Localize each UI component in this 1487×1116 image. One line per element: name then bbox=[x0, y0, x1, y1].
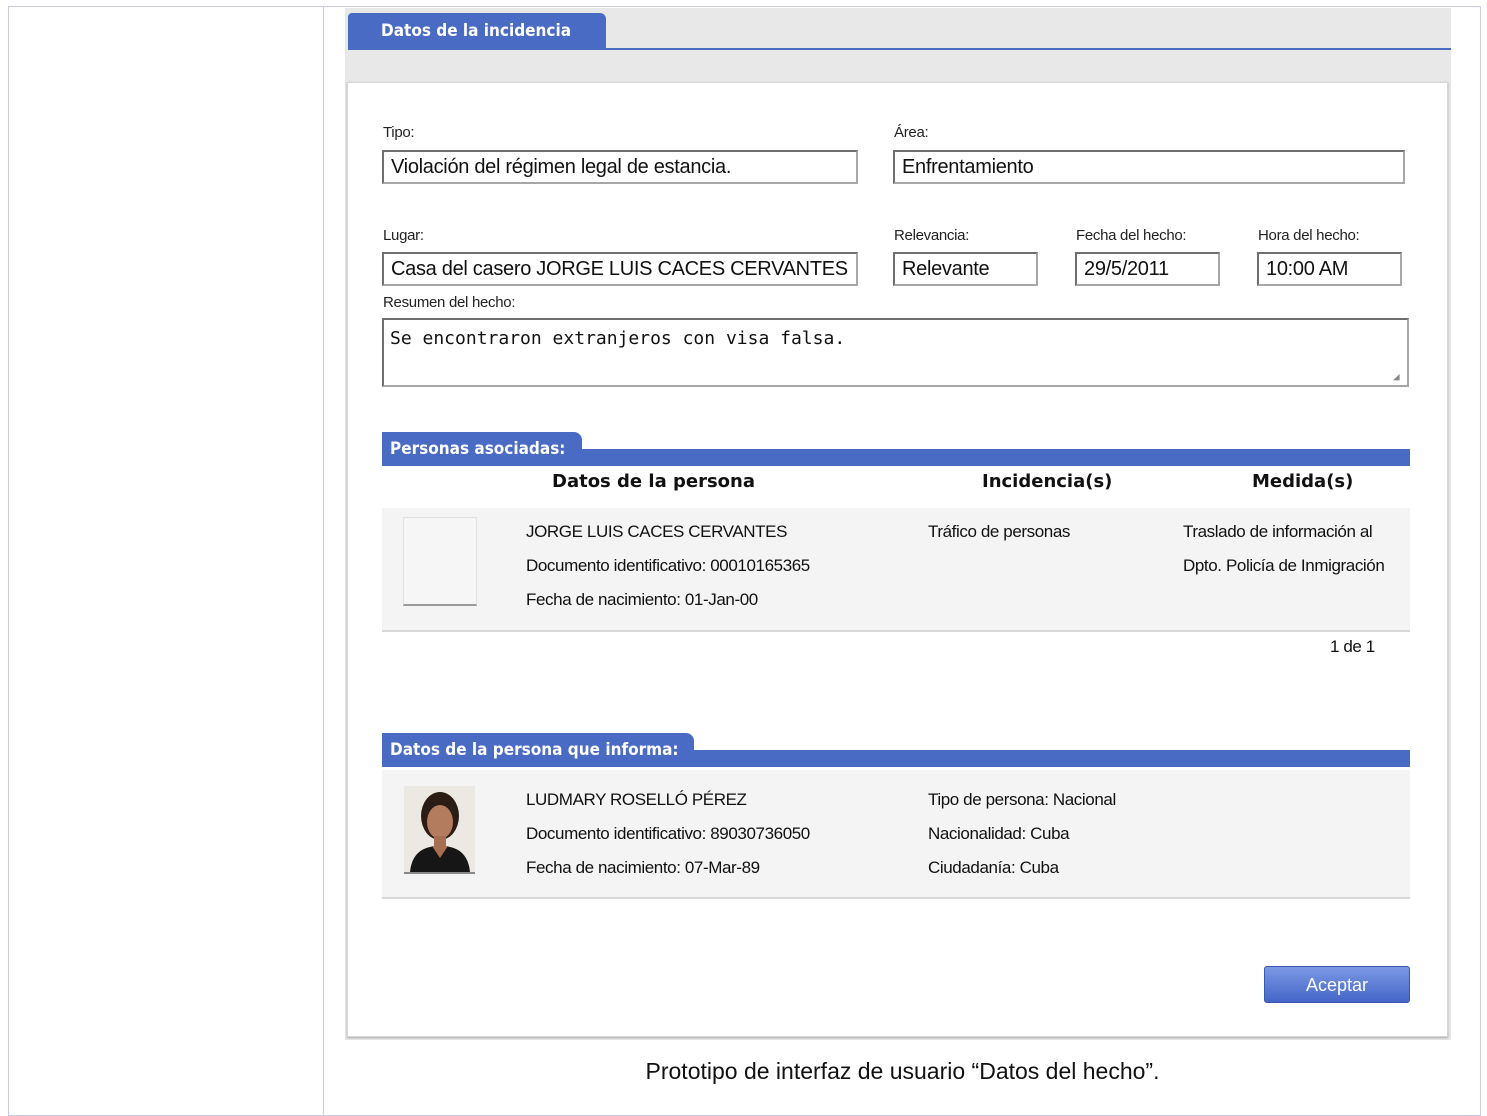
lugar-field[interactable]: Casa del casero JORGE LUIS CACES CERVANT… bbox=[382, 252, 858, 286]
informante-photo bbox=[404, 786, 475, 874]
hora-label: Hora del hecho: bbox=[1258, 227, 1360, 244]
informante-birth: Fecha de nacimiento: 07-Mar-89 bbox=[526, 858, 760, 877]
person-avatar-icon bbox=[404, 786, 475, 872]
lugar-label: Lugar: bbox=[383, 227, 424, 244]
informante-header-label: Datos de la persona que informa: bbox=[382, 733, 694, 767]
informante-ciudadania: Ciudadanía: Cuba bbox=[928, 858, 1059, 877]
aceptar-button[interactable]: Aceptar bbox=[1264, 966, 1410, 1003]
informante-nacionalidad: Nacionalidad: Cuba bbox=[928, 824, 1070, 843]
informante-document: Documento identificativo: 89030736050 bbox=[526, 824, 810, 843]
informante-name: LUDMARY ROSELLÓ PÉREZ bbox=[526, 790, 747, 809]
personas-header-bar bbox=[580, 449, 1410, 466]
person-document: Documento identificativo: 00010165365 bbox=[526, 556, 810, 575]
person-incidencia: Tráfico de personas bbox=[928, 522, 1071, 541]
tipo-label: Tipo: bbox=[383, 124, 415, 141]
column-medidas: Medida(s) bbox=[1252, 471, 1354, 492]
area-label: Área: bbox=[894, 124, 929, 141]
tab-underline bbox=[348, 48, 1451, 50]
tipo-field[interactable]: Violación del régimen legal de estancia. bbox=[382, 150, 858, 184]
informante-section-header: Datos de la persona que informa: bbox=[382, 733, 1410, 767]
person-birth: Fecha de nacimiento: 01-Jan-00 bbox=[526, 590, 758, 609]
column-divider bbox=[323, 6, 324, 1116]
personas-header-label: Personas asociadas: bbox=[382, 432, 582, 466]
person-name: JORGE LUIS CACES CERVANTES bbox=[526, 522, 788, 541]
figure-caption: Prototipo de interfaz de usuario “Datos … bbox=[645, 1058, 1160, 1084]
relevancia-field[interactable]: Relevante bbox=[893, 252, 1038, 286]
person-medida-line2: Dpto. Policía de Inmigración bbox=[1183, 556, 1385, 575]
resumen-textarea[interactable]: Se encontraron extranjeros con visa fals… bbox=[382, 318, 1409, 387]
area-field[interactable]: Enfrentamiento bbox=[893, 150, 1405, 184]
person-photo-placeholder bbox=[403, 517, 477, 606]
fecha-field[interactable]: 29/5/2011 bbox=[1075, 252, 1220, 286]
relevancia-label: Relevancia: bbox=[894, 227, 970, 244]
pager: 1 de 1 bbox=[1330, 637, 1375, 656]
resumen-text: Se encontraron extranjeros con visa fals… bbox=[390, 328, 846, 349]
informante-header-bar bbox=[692, 750, 1410, 767]
hora-field[interactable]: 10:00 AM bbox=[1257, 252, 1402, 286]
resumen-label: Resumen del hecho: bbox=[383, 294, 516, 311]
column-incidencias: Incidencia(s) bbox=[982, 471, 1113, 492]
column-datos-persona: Datos de la persona bbox=[552, 471, 755, 492]
resize-grip-icon[interactable]: ◢ bbox=[1393, 371, 1405, 383]
informante-tipo: Tipo de persona: Nacional bbox=[928, 790, 1116, 809]
fecha-label: Fecha del hecho: bbox=[1076, 227, 1187, 244]
person-medida-line1: Traslado de información al bbox=[1183, 522, 1373, 541]
personas-section-header: Personas asociadas: bbox=[382, 432, 1410, 466]
tab-datos-incidencia[interactable]: Datos de la incidencia bbox=[348, 13, 606, 50]
